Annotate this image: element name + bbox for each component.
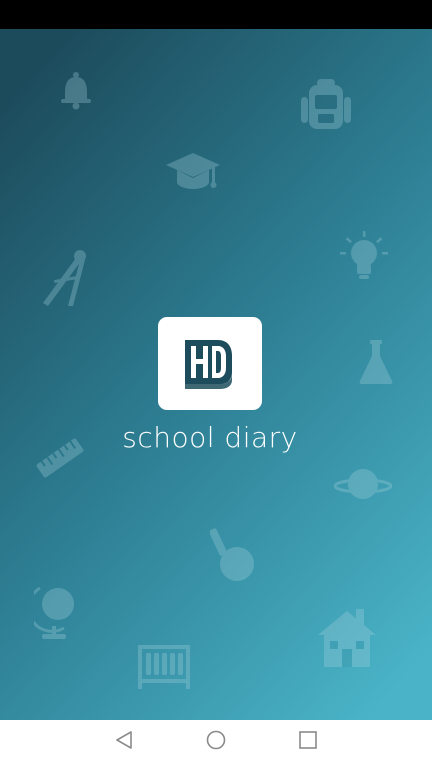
- splash-screen: school diary: [0, 29, 432, 720]
- recents-icon: [299, 731, 317, 749]
- back-button[interactable]: [112, 728, 136, 752]
- round-flask-icon: [210, 526, 260, 582]
- home-button[interactable]: [204, 728, 228, 752]
- lightbulb-icon: [338, 231, 390, 283]
- compass-icon: [40, 244, 94, 308]
- recents-button[interactable]: [296, 728, 320, 752]
- app-logo: [158, 317, 262, 410]
- navigation-bar: [0, 720, 432, 760]
- abacus-icon: [136, 643, 192, 691]
- home-icon: [206, 730, 226, 750]
- back-icon: [116, 731, 132, 749]
- bell-icon: [56, 70, 96, 110]
- globe-icon: [34, 580, 80, 642]
- diary-book-logo-icon: [185, 340, 232, 389]
- status-bar: [0, 0, 432, 29]
- planet-icon: [334, 464, 392, 504]
- app-name: school diary: [122, 421, 298, 454]
- school-house-icon: [316, 605, 378, 669]
- graduation-cap-icon: [165, 151, 221, 195]
- backpack-icon: [298, 77, 354, 133]
- flask-icon: [358, 339, 394, 385]
